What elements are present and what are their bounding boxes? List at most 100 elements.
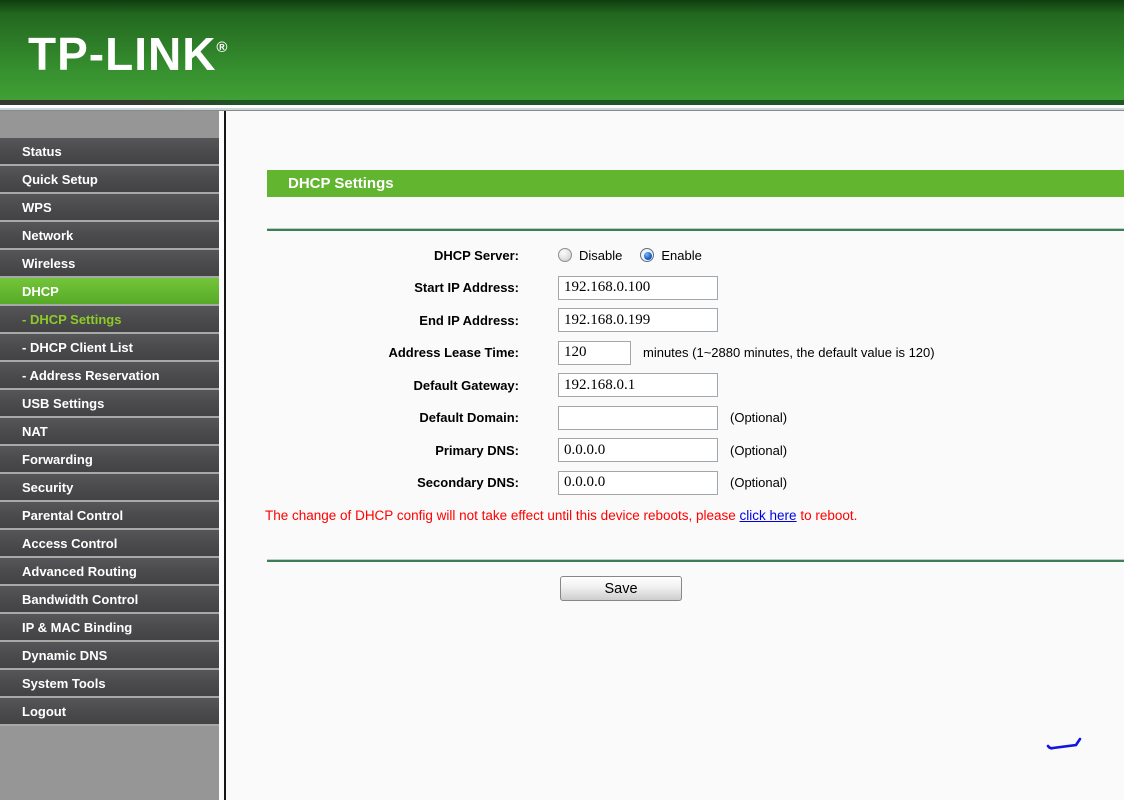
sidebar-item-label: Logout (22, 704, 67, 719)
input-primary-dns[interactable] (558, 438, 718, 463)
field-label: Secondary DNS: (417, 475, 519, 491)
field-control: (Optional) (558, 470, 788, 495)
field-suffix: (Optional) (730, 410, 788, 426)
field-control: (Optional) (558, 438, 788, 463)
radio-label: Disable (579, 247, 623, 263)
form-row-end-ip-address: End IP Address: (226, 304, 1124, 337)
radio-icon[interactable] (640, 248, 655, 263)
sidebar-item-label: Status (22, 144, 62, 159)
logo-text: TP-LINK (28, 28, 217, 80)
sidebar-item-status[interactable]: Status (0, 138, 219, 166)
sidebar-item-dynamic-dns[interactable]: Dynamic DNS (0, 642, 219, 670)
field-control (558, 373, 718, 398)
sidebar-item-label: WPS (22, 200, 52, 215)
page-title: DHCP Settings (288, 175, 394, 192)
sidebar-item-label: USB Settings (22, 396, 105, 411)
field-label: End IP Address: (419, 312, 519, 328)
click-here-link[interactable]: click here (740, 508, 797, 523)
sidebar-item-label: Advanced Routing (22, 564, 137, 579)
sidebar-item-label: Network (22, 228, 74, 243)
sidebar-item-logout[interactable]: Logout (0, 698, 219, 726)
sidebar-item-label: IP & MAC Binding (22, 620, 133, 635)
content-pane: DHCP Settings DHCP Server: Disable Enabl… (226, 111, 1124, 800)
sidebar-nav: Status Quick Setup WPS Network Wireless … (0, 111, 219, 800)
form-row-default-gateway: Default Gateway: (226, 369, 1124, 402)
input-end-ip-address[interactable] (558, 308, 718, 333)
tplink-logo: TP-LINK® (28, 22, 228, 80)
field-suffix: (Optional) (730, 475, 788, 491)
field-label: Default Gateway: (413, 377, 519, 393)
sidebar-item-label: DHCP (22, 284, 59, 299)
reboot-warning: The change of DHCP config will not take … (265, 508, 1114, 523)
sidebar-item-label: Parental Control (22, 508, 124, 523)
field-label-dhcp-server: DHCP Server: (433, 247, 519, 263)
field-control: (Optional) (558, 405, 788, 430)
input-secondary-dns[interactable] (558, 470, 718, 495)
sidebar-menu: Status Quick Setup WPS Network Wireless … (0, 138, 219, 726)
sidebar-item-label: NAT (22, 424, 48, 439)
sidebar-item-dhcp[interactable]: DHCP (0, 278, 219, 306)
dhcp-server-radio-group: Disable Enable (558, 248, 702, 263)
field-label: Primary DNS: (435, 442, 519, 458)
sidebar-item-label: - DHCP Client List (22, 340, 133, 355)
radio-icon[interactable] (558, 248, 572, 263)
field-rows: Start IP Address: End IP Address: Addres… (226, 272, 1124, 500)
sidebar-item-address-reservation[interactable]: - Address Reservation (0, 362, 219, 390)
radio-option-disable[interactable]: Disable (558, 248, 622, 263)
sidebar-item-forwarding[interactable]: Forwarding (0, 446, 219, 474)
separator-top (267, 228, 1124, 231)
sidebar-item-parental-control[interactable]: Parental Control (0, 502, 219, 530)
sidebar-item-access-control[interactable]: Access Control (0, 530, 219, 558)
radio-label: Enable (661, 247, 702, 263)
sidebar-item-bandwidth-control[interactable]: Bandwidth Control (0, 586, 219, 614)
warning-text-pre: The change of DHCP config will not take … (265, 508, 740, 523)
sidebar-item-label: System Tools (22, 676, 106, 691)
field-label: Default Domain: (419, 410, 519, 426)
sidebar-item-label: Bandwidth Control (22, 592, 139, 607)
input-default-domain[interactable] (558, 405, 718, 430)
header-banner: TP-LINK® (0, 0, 1124, 100)
radio-option-enable[interactable]: Enable (640, 247, 702, 263)
form-row-start-ip-address: Start IP Address: (226, 272, 1124, 305)
page-title-bar: DHCP Settings (267, 170, 1124, 197)
save-button[interactable]: Save (560, 576, 682, 601)
field-suffix: minutes (1~2880 minutes, the default val… (643, 345, 935, 361)
form-row-dhcp-server: DHCP Server: Disable Enable (226, 239, 1124, 272)
sidebar-item-label: Forwarding (22, 452, 93, 467)
sidebar-item-label: - DHCP Settings (22, 312, 122, 327)
sidebar-item-quick-setup[interactable]: Quick Setup (0, 166, 219, 194)
sidebar-item-ip-mac-binding[interactable]: IP & MAC Binding (0, 614, 219, 642)
sidebar-item-label: Access Control (22, 536, 118, 551)
field-control: minutes (1~2880 minutes, the default val… (558, 340, 935, 365)
sidebar-item-nat[interactable]: NAT (0, 418, 219, 446)
sidebar-item-dhcp-settings[interactable]: - DHCP Settings (0, 306, 219, 334)
form-row-address-lease-time: Address Lease Time: minutes (1~2880 minu… (226, 337, 1124, 370)
sidebar-item-label: Quick Setup (22, 172, 98, 187)
sidebar-item-network[interactable]: Network (0, 222, 219, 250)
sidebar-item-wireless[interactable]: Wireless (0, 250, 219, 278)
sidebar-item-security[interactable]: Security (0, 474, 219, 502)
stray-ink-mark (1046, 737, 1082, 750)
field-label: Start IP Address: (414, 280, 519, 296)
sidebar-item-label: Dynamic DNS (22, 648, 108, 663)
input-start-ip-address[interactable] (558, 275, 718, 300)
sidebar-item-dhcp-client-list[interactable]: - DHCP Client List (0, 334, 219, 362)
input-default-gateway[interactable] (558, 373, 718, 398)
sidebar-item-usb-settings[interactable]: USB Settings (0, 390, 219, 418)
form-row-default-domain: Default Domain: (Optional) (226, 402, 1124, 435)
field-suffix: (Optional) (730, 442, 788, 458)
sidebar-item-system-tools[interactable]: System Tools (0, 670, 219, 698)
input-address-lease-time[interactable] (558, 340, 631, 365)
warning-text-post: to reboot. (796, 508, 858, 523)
dhcp-form: DHCP Server: Disable Enable Start IP Add… (226, 239, 1124, 499)
sidebar-item-label: Wireless (22, 256, 76, 271)
form-row-primary-dns: Primary DNS: (Optional) (226, 434, 1124, 467)
field-control (558, 275, 718, 300)
sidebar-item-advanced-routing[interactable]: Advanced Routing (0, 558, 219, 586)
sidebar-item-wps[interactable]: WPS (0, 194, 219, 222)
form-row-secondary-dns: Secondary DNS: (Optional) (226, 467, 1124, 500)
registered-mark: ® (216, 39, 229, 56)
field-control (558, 308, 718, 333)
main-area: Status Quick Setup WPS Network Wireless … (0, 111, 1124, 800)
field-label: Address Lease Time: (388, 345, 519, 361)
